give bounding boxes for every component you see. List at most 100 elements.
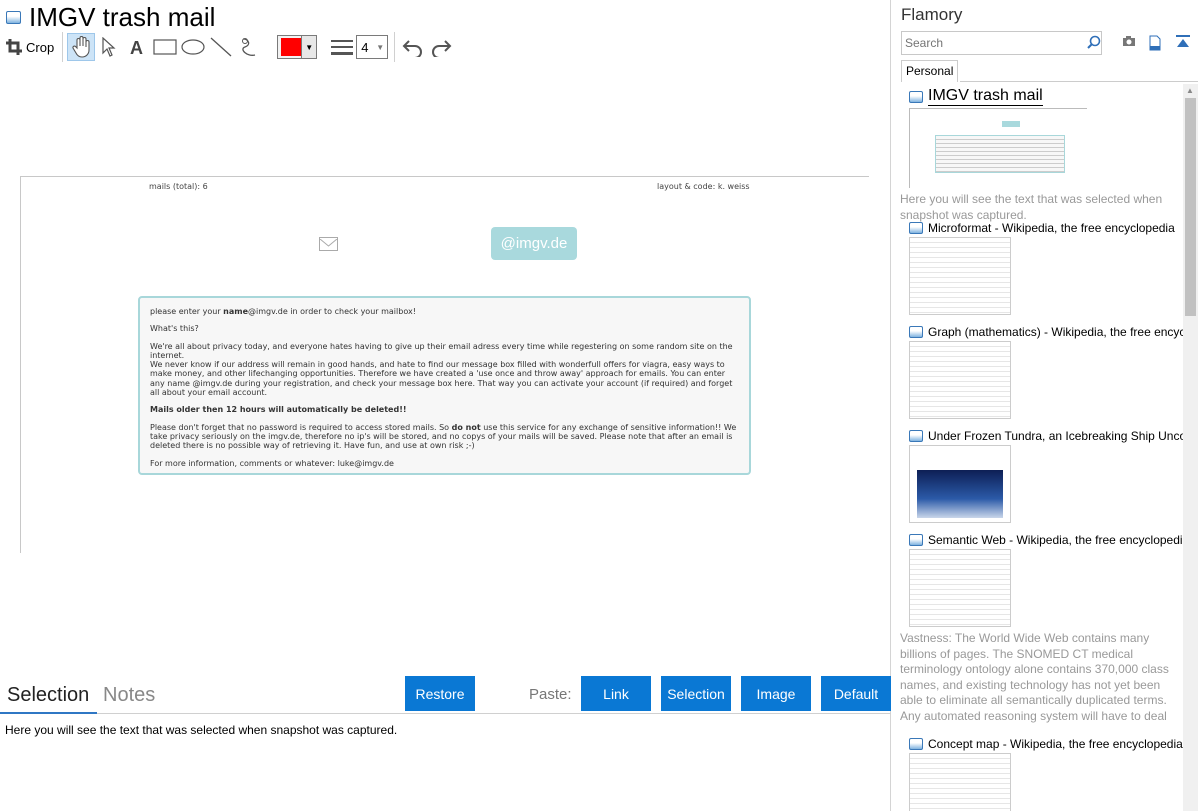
ellipse-tool-button[interactable] xyxy=(179,33,207,61)
item-description: Vastness: The World Wide Web contains ma… xyxy=(900,631,1169,723)
snapshot-canvas[interactable]: mails (total): 6 layout & code: k. weiss… xyxy=(20,176,869,553)
app-icon xyxy=(6,10,21,24)
title-bar: IMGV trash mail xyxy=(0,0,891,34)
window-title: IMGV trash mail xyxy=(29,1,216,32)
list-item[interactable]: Under Frozen Tundra, an Icebreaking Ship… xyxy=(909,429,1183,523)
warning-text: Mails older then 12 hours will automatic… xyxy=(150,405,407,415)
item-title: IMGV trash mail xyxy=(928,87,1043,106)
tab-personal[interactable]: Personal xyxy=(901,60,959,82)
list-item[interactable]: IMGV trash mail Here you will see the te… xyxy=(900,87,1183,223)
selection-text: Here you will see the text that was sele… xyxy=(5,723,398,737)
credit-text: layout & code: k. weiss xyxy=(657,182,750,191)
item-title: Graph (mathematics) - Wikipedia, the fre… xyxy=(928,325,1183,339)
scrollbar-thumb[interactable] xyxy=(1185,98,1196,316)
item-thumbnail xyxy=(909,753,1011,811)
pointer-icon xyxy=(102,37,116,57)
item-thumbnail xyxy=(909,445,1011,523)
rectangle-icon xyxy=(153,39,177,55)
app-icon xyxy=(909,738,923,750)
restore-button[interactable]: Restore xyxy=(405,676,475,711)
color-picker[interactable]: ▼ xyxy=(277,35,318,59)
text-icon: A xyxy=(130,38,143,56)
item-thumbnail xyxy=(909,108,1087,188)
app-icon xyxy=(909,430,923,442)
hand-tool-button[interactable] xyxy=(67,33,96,61)
toolbar-separator xyxy=(62,32,64,62)
text-tool-button[interactable]: A xyxy=(123,33,151,61)
list-item[interactable]: Graph (mathematics) - Wikipedia, the fre… xyxy=(909,325,1183,419)
scroll-up-icon[interactable]: ▲ xyxy=(1186,86,1194,95)
search-icon[interactable] xyxy=(1087,35,1101,49)
pointer-tool-button[interactable] xyxy=(95,33,123,61)
imgv-badge: @imgv.de xyxy=(491,227,577,260)
tab-divider xyxy=(0,713,891,714)
ellipse-icon xyxy=(181,39,205,55)
item-title: Concept map - Wikipedia, the free encycl… xyxy=(928,737,1183,751)
paste-link-button[interactable]: Link xyxy=(581,676,651,711)
hand-icon xyxy=(72,36,90,58)
paste-label: Paste: xyxy=(529,686,572,703)
mails-total: mails (total): 6 xyxy=(149,182,208,191)
item-title: Under Frozen Tundra, an Icebreaking Ship… xyxy=(928,429,1183,443)
main-pane: IMGV trash mail Crop A ▼ 4 ▼ mails (tota… xyxy=(0,0,891,811)
color-swatch xyxy=(281,38,302,56)
paste-image-button[interactable]: Image xyxy=(741,676,811,711)
camera-icon[interactable] xyxy=(1122,35,1136,47)
item-title: Semantic Web - Wikipedia, the free encyc… xyxy=(928,533,1183,547)
tab-selection[interactable]: Selection xyxy=(7,684,89,707)
intro-line: please enter your name@imgv.de in order … xyxy=(150,307,416,316)
list-item[interactable]: Concept map - Wikipedia, the free encycl… xyxy=(909,737,1183,811)
app-window: IMGV trash mail Crop A ▼ 4 ▼ mails (tota… xyxy=(0,0,1198,811)
collapse-top-icon[interactable] xyxy=(1176,35,1190,49)
para-privacy: We're all about privacy today, and every… xyxy=(150,341,733,360)
redo-button[interactable] xyxy=(427,33,455,61)
info-box: please enter your name@imgv.de in order … xyxy=(138,296,751,475)
contact-text: For more information, comments or whatev… xyxy=(150,458,394,468)
active-tab-indicator xyxy=(0,712,97,714)
snapshot-list: IMGV trash mail Here you will see the te… xyxy=(892,84,1183,811)
freehand-icon xyxy=(242,38,256,56)
line-width-icon xyxy=(328,33,356,61)
item-thumbnail xyxy=(909,237,1011,315)
line-tool-button[interactable] xyxy=(207,33,235,61)
tab-divider xyxy=(960,81,1198,82)
crop-icon xyxy=(6,39,22,55)
item-thumbnail xyxy=(909,341,1011,419)
freehand-tool-button[interactable] xyxy=(235,33,263,61)
paste-selection-button[interactable]: Selection xyxy=(661,676,731,711)
paste-default-button[interactable]: Default xyxy=(821,676,891,711)
mail-icon xyxy=(319,237,338,251)
app-icon xyxy=(909,90,923,103)
list-item[interactable]: Microformat - Wikipedia, the free encycl… xyxy=(909,221,1183,315)
tab-notes[interactable]: Notes xyxy=(103,684,155,707)
crop-label: Crop xyxy=(26,39,55,55)
undo-icon xyxy=(402,40,423,57)
rectangle-tool-button[interactable] xyxy=(151,33,179,61)
document-icon[interactable] xyxy=(1149,35,1161,51)
app-icon xyxy=(909,222,923,234)
sidebar-title: Flamory xyxy=(901,5,963,24)
chevron-down-icon: ▼ xyxy=(376,42,385,52)
para-spam: We never know if our address will remain… xyxy=(150,360,733,398)
app-icon xyxy=(909,326,923,338)
annotation-toolbar: Crop A ▼ 4 ▼ xyxy=(0,32,891,62)
sidebar-scrollbar[interactable]: ▲ xyxy=(1183,84,1198,811)
redo-icon xyxy=(432,40,452,57)
chevron-down-icon: ▼ xyxy=(301,36,317,58)
para-password: Please don't forget that no password is … xyxy=(150,422,737,451)
item-title: Microformat - Wikipedia, the free encycl… xyxy=(928,221,1175,235)
svg-text:A: A xyxy=(130,38,143,56)
crop-button[interactable]: Crop xyxy=(0,33,58,61)
sidebar: Flamory Personal IMGV trash mail Here yo… xyxy=(892,0,1198,811)
line-icon xyxy=(210,37,232,57)
item-description: Here you will see the text that was sele… xyxy=(900,192,1163,222)
app-icon xyxy=(909,534,923,546)
undo-button[interactable] xyxy=(399,33,427,61)
list-item[interactable]: Semantic Web - Wikipedia, the free encyc… xyxy=(900,533,1183,724)
search-input[interactable] xyxy=(901,31,1102,55)
item-thumbnail xyxy=(909,549,1011,627)
line-width-value: 4 xyxy=(361,39,369,55)
toolbar-separator xyxy=(394,32,396,62)
line-width-select[interactable]: 4 ▼ xyxy=(356,35,389,59)
whats-this: What's this? xyxy=(150,324,199,334)
